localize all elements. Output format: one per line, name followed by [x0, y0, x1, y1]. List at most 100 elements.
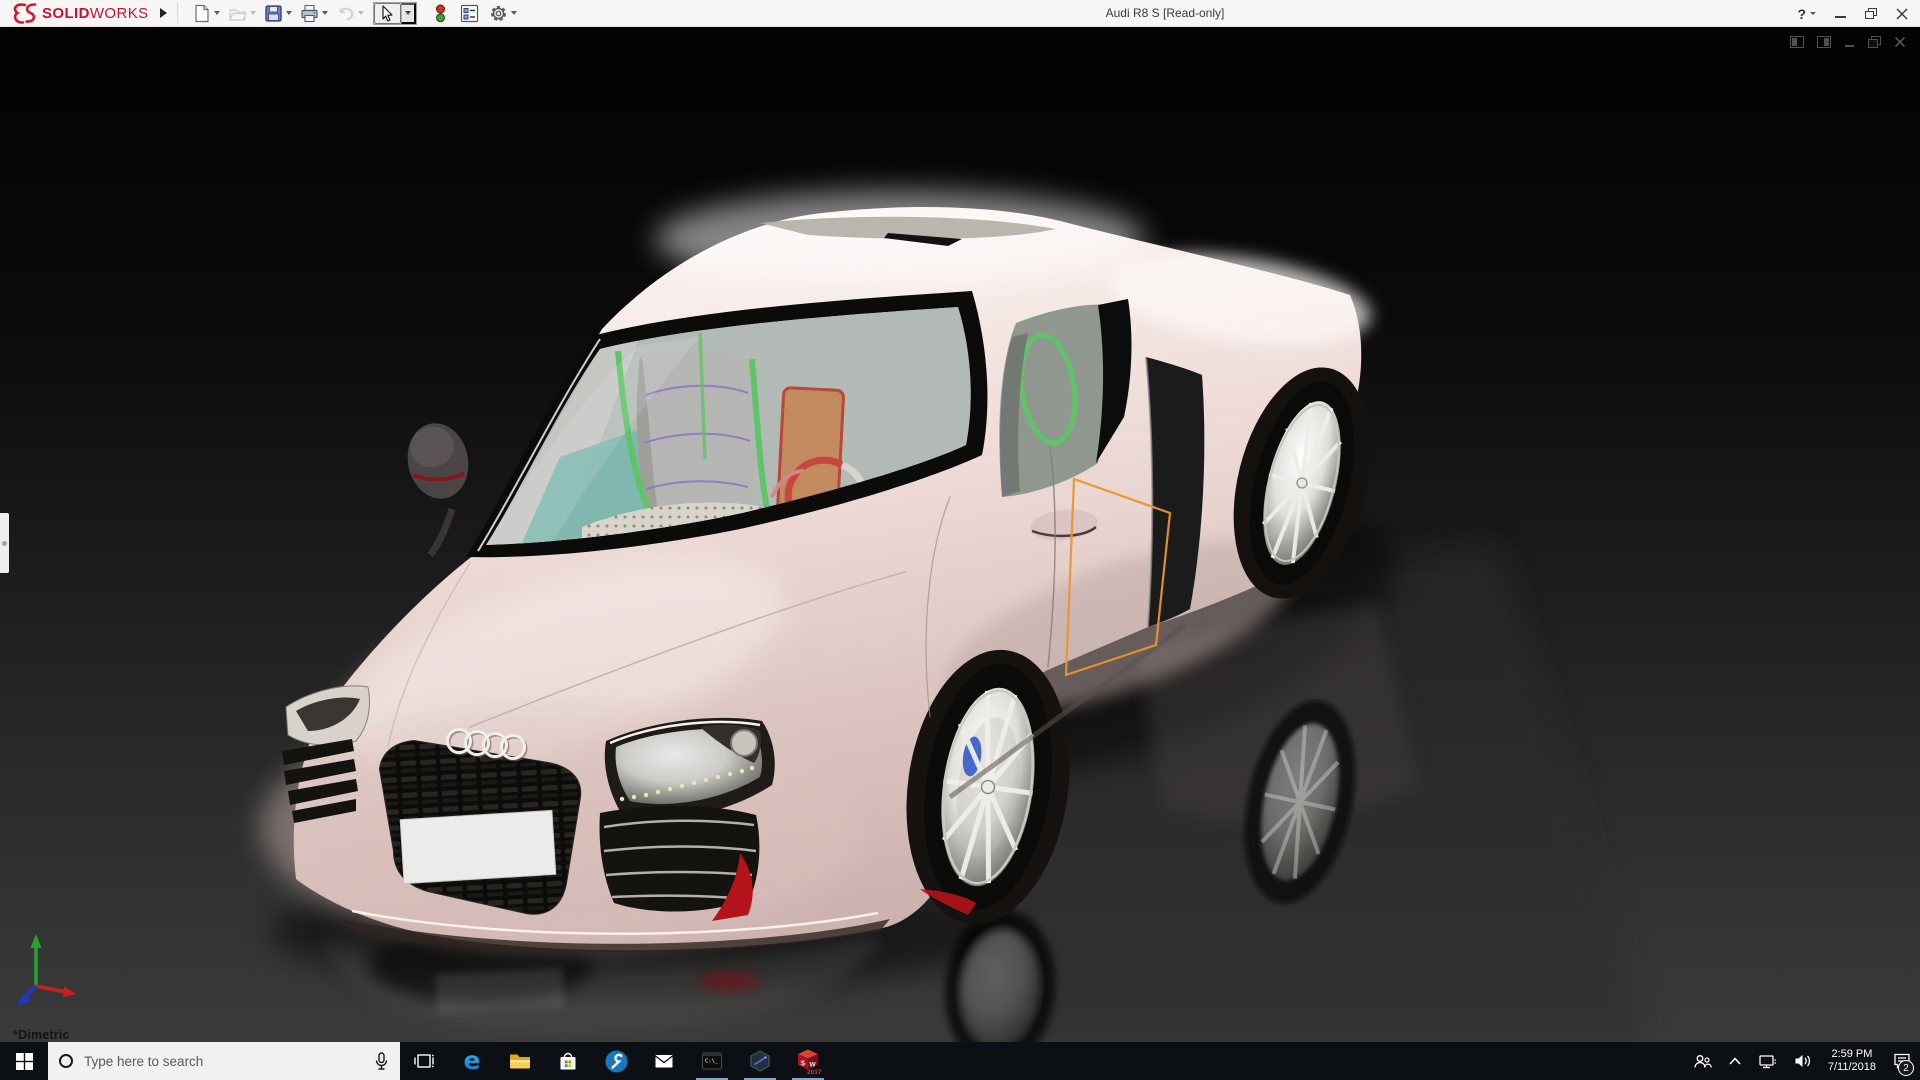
system-tray: 2:59 PM 7/11/2018 2 — [1685, 1042, 1920, 1080]
solidworks-app-icon: S W 2017 — [795, 1048, 822, 1075]
new-document-button[interactable] — [190, 2, 211, 25]
people-button[interactable] — [1685, 1042, 1720, 1080]
doc-restore-button[interactable] — [1868, 36, 1881, 48]
tray-overflow-chevron[interactable] — [1720, 1042, 1750, 1080]
taskbar-app-file-explorer[interactable] — [496, 1042, 544, 1080]
chevron-up-icon — [1728, 1056, 1742, 1066]
doc-restore-icon — [1868, 36, 1881, 48]
help-caret-icon — [1810, 12, 1816, 15]
taskbar-app-mail[interactable] — [640, 1042, 688, 1080]
right-triangle-icon — [160, 8, 167, 18]
open-folder-icon — [228, 4, 247, 23]
options-dropdown-caret[interactable] — [511, 11, 517, 15]
open-document-button[interactable] — [226, 2, 247, 25]
taskbar-app-solidworks[interactable]: S W 2017 — [784, 1042, 832, 1080]
taskbar-app-task-view[interactable] — [400, 1042, 448, 1080]
select-dropdown[interactable] — [401, 3, 416, 24]
front-right-intake — [600, 806, 760, 921]
notification-badge: 2 — [1898, 1060, 1914, 1076]
edge-icon: e — [459, 1048, 485, 1074]
document-title: Audi R8 S [Read-only] — [1055, 6, 1275, 20]
clock-time: 2:59 PM — [1831, 1048, 1872, 1062]
gear-icon — [489, 4, 508, 23]
action-center-button[interactable]: 2 — [1884, 1042, 1920, 1080]
toolbar-expand-arrow[interactable] — [155, 2, 173, 24]
support-tool-wrench-icon — [604, 1049, 629, 1074]
pane-left-button[interactable] — [1790, 36, 1804, 48]
open-dropdown-caret[interactable] — [250, 11, 256, 15]
close-button[interactable] — [1896, 8, 1908, 20]
doc-minimize-button[interactable] — [1844, 36, 1855, 48]
clock-date: 7/11/2018 — [1828, 1061, 1876, 1075]
svg-text:2017: 2017 — [807, 1069, 822, 1075]
close-icon — [1896, 8, 1908, 20]
license-plate-blank — [400, 810, 556, 883]
printer-icon — [300, 4, 319, 23]
task-view-icon — [413, 1051, 435, 1071]
panel-expand-dot-icon — [2, 541, 7, 546]
store-icon — [556, 1049, 580, 1073]
save-floppy-icon — [264, 4, 283, 23]
stoplight-icon — [431, 4, 450, 23]
search-input[interactable] — [84, 1054, 363, 1069]
featuremanager-collapsed-tab[interactable] — [0, 513, 9, 573]
microphone-icon[interactable] — [374, 1052, 389, 1071]
people-icon — [1693, 1053, 1712, 1070]
taskbar-search[interactable] — [48, 1042, 400, 1080]
svg-text:S: S — [800, 1060, 805, 1067]
print-dropdown-caret[interactable] — [322, 11, 328, 15]
start-button[interactable] — [0, 1042, 48, 1080]
edrawings-hexagon-icon — [748, 1049, 772, 1073]
taskbar-app-support-tool[interactable] — [592, 1042, 640, 1080]
undo-dropdown-caret[interactable] — [358, 11, 364, 15]
help-button[interactable]: ? — [1797, 6, 1816, 22]
taskbar-clock[interactable]: 2:59 PM 7/11/2018 — [1820, 1042, 1884, 1080]
3d-scene[interactable] — [0, 27, 1920, 1042]
properties-list-icon — [460, 4, 479, 23]
file-properties-button[interactable] — [458, 2, 479, 25]
minimize-button[interactable] — [1835, 16, 1846, 18]
pane-right-icon — [1817, 36, 1831, 48]
undo-button[interactable] — [334, 2, 355, 25]
cursor-arrow-icon — [379, 5, 396, 22]
new-dropdown-caret[interactable] — [214, 11, 220, 15]
svg-text:e: e — [464, 1048, 481, 1074]
toolbar-separator — [177, 3, 178, 23]
doc-close-button[interactable] — [1894, 36, 1906, 48]
svg-text:W: W — [809, 1061, 816, 1068]
solidworks-logo-mark — [10, 2, 37, 25]
speaker-icon — [1793, 1053, 1812, 1069]
orientation-triad[interactable] — [14, 930, 86, 1014]
rebuild-stoplight-button[interactable] — [429, 2, 450, 25]
network-button[interactable] — [1750, 1042, 1785, 1080]
brand-text: SOLIDWORKS — [42, 5, 149, 22]
file-explorer-icon — [508, 1049, 532, 1073]
taskbar: e — [0, 1042, 1920, 1080]
options-gear-button[interactable] — [487, 2, 508, 25]
app-titlebar: SOLIDWORKS — [0, 0, 1920, 27]
command-prompt-icon: C:\_ — [700, 1049, 724, 1073]
solidworks-logo: SOLIDWORKS — [0, 2, 155, 25]
network-ethernet-icon — [1758, 1053, 1777, 1070]
doc-close-icon — [1894, 36, 1906, 48]
mail-icon — [652, 1049, 676, 1073]
taskbar-app-edrawings[interactable] — [736, 1042, 784, 1080]
taskbar-app-command-prompt[interactable]: C:\_ — [688, 1042, 736, 1080]
pane-right-button[interactable] — [1817, 36, 1831, 48]
restore-button[interactable] — [1865, 8, 1877, 19]
pane-left-icon — [1790, 36, 1804, 48]
taskbar-app-edge[interactable]: e — [448, 1042, 496, 1080]
window-controls: ? — [1797, 0, 1908, 27]
caret-down-icon — [405, 11, 411, 15]
cortana-icon — [59, 1054, 73, 1068]
document-window-controls — [1790, 36, 1906, 48]
view-orientation-label: *Dimetric — [13, 1028, 70, 1042]
save-dropdown-caret[interactable] — [286, 11, 292, 15]
print-button[interactable] — [298, 2, 319, 25]
doc-minimize-icon — [1844, 36, 1855, 48]
windows-logo-icon — [16, 1053, 33, 1070]
select-tool-button[interactable] — [374, 3, 401, 24]
volume-button[interactable] — [1785, 1042, 1820, 1080]
save-button[interactable] — [262, 2, 283, 25]
taskbar-app-store[interactable] — [544, 1042, 592, 1080]
